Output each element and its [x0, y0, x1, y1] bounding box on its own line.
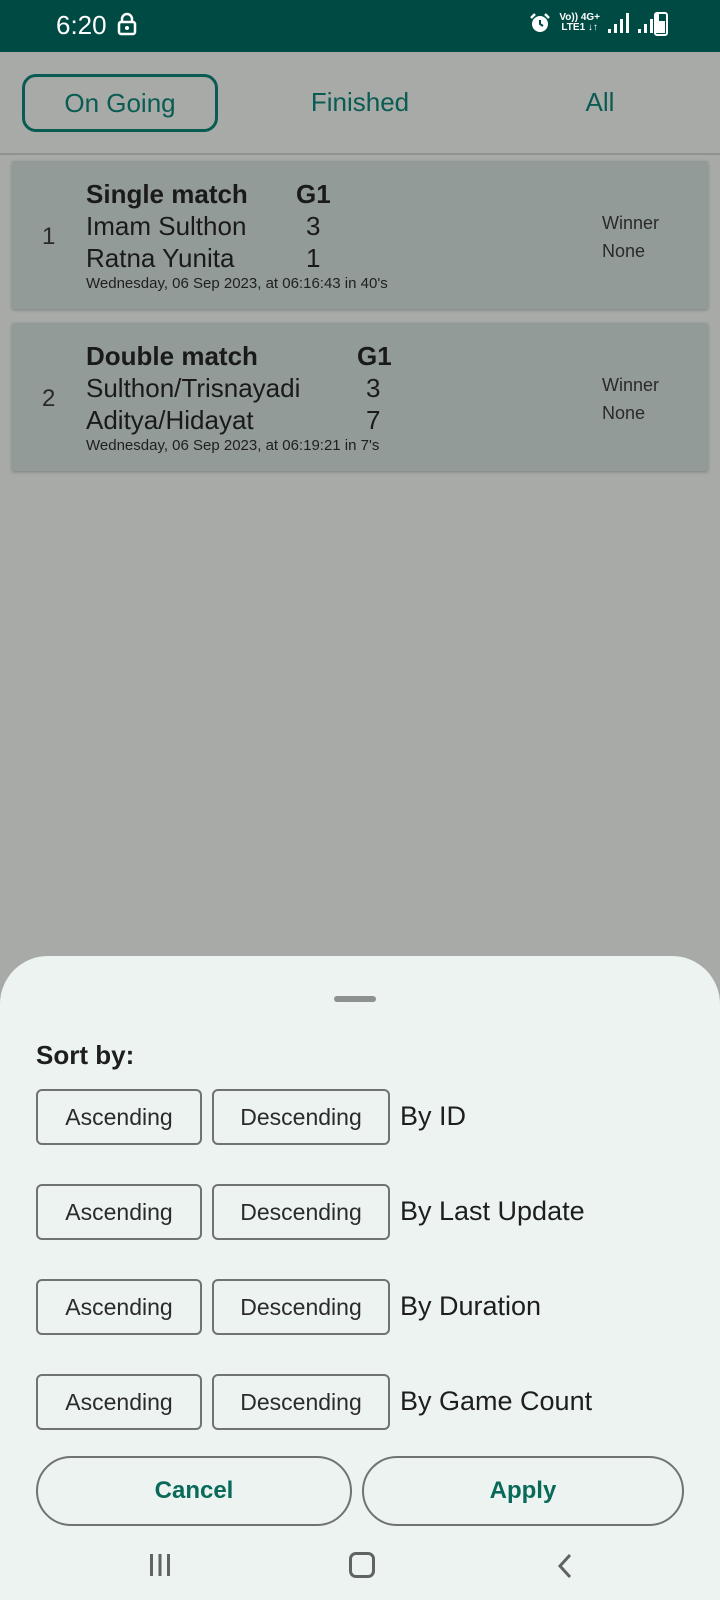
ascending-button[interactable]: Ascending [36, 1184, 202, 1240]
descending-button[interactable]: Descending [212, 1089, 390, 1145]
match-index: 1 [42, 223, 56, 250]
player-2-name: Aditya/Hidayat [86, 405, 254, 435]
match-type: Double match [86, 341, 258, 371]
sort-row-duration: Ascending Descending By Duration [36, 1279, 686, 1335]
descending-button[interactable]: Descending [212, 1279, 390, 1335]
match-game: G1 [296, 179, 331, 209]
sort-row-game-count: Ascending Descending By Game Count [36, 1374, 686, 1430]
match-card[interactable]: 1 Single match G1 Imam Sulthon 3 Ratna Y… [12, 161, 708, 309]
ascending-button[interactable]: Ascending [36, 1279, 202, 1335]
ascending-button[interactable]: Ascending [36, 1089, 202, 1145]
match-date: Wednesday, 06 Sep 2023, at 06:16:43 in 4… [86, 275, 388, 292]
sort-row-label: By Duration [400, 1291, 542, 1321]
ascending-button[interactable]: Ascending [36, 1374, 202, 1430]
status-icons: Vo)) 4G+ LTE1 ↓↑ [529, 12, 660, 34]
network-type: Vo)) 4G+ LTE1 ↓↑ [559, 13, 600, 33]
drag-handle[interactable] [334, 996, 376, 1002]
match-card[interactable]: 2 Double match G1 Sulthon/Trisnayadi 3 A… [12, 323, 708, 471]
descending-button[interactable]: Descending [212, 1184, 390, 1240]
sort-row-id: Ascending Descending By ID [36, 1089, 686, 1145]
match-type: Single match [86, 179, 248, 209]
tab-divider [0, 153, 720, 155]
back-icon[interactable] [554, 1552, 576, 1580]
signal-icon [608, 13, 629, 33]
player-1-name: Sulthon/Trisnayadi [86, 373, 301, 403]
tab-on-going[interactable]: On Going [22, 74, 218, 132]
alarm-icon [530, 13, 551, 32]
winner-label: Winner [602, 375, 660, 395]
player-2-score: 7 [366, 405, 381, 435]
player-1-score: 3 [306, 211, 321, 241]
descending-button[interactable]: Descending [212, 1374, 390, 1430]
tab-finished[interactable]: Finished [290, 74, 430, 132]
match-date: Wednesday, 06 Sep 2023, at 06:19:21 in 7… [86, 437, 380, 454]
tab-all[interactable]: All [560, 74, 640, 132]
winner-label: Winner [602, 213, 660, 233]
sort-row-label: By Game Count [400, 1386, 593, 1416]
player-1-name: Imam Sulthon [86, 211, 247, 241]
cancel-button[interactable]: Cancel [36, 1456, 352, 1526]
home-icon[interactable] [349, 1552, 375, 1578]
recent-apps-icon[interactable] [148, 1552, 172, 1578]
sort-title: Sort by: [36, 1040, 135, 1070]
match-index: 2 [42, 385, 56, 412]
winner-value: None [602, 241, 646, 261]
battery-icon [654, 12, 668, 36]
status-bar: 6:20 Vo)) 4G+ LTE1 ↓↑ [0, 0, 720, 52]
player-2-name: Ratna Yunita [86, 243, 235, 273]
system-navigation-bar [0, 1540, 720, 1600]
match-game: G1 [357, 341, 392, 371]
player-1-score: 3 [366, 373, 381, 403]
status-time: 6:20 [56, 10, 107, 40]
tab-bar: On Going Finished All [0, 74, 720, 132]
player-2-score: 1 [306, 243, 321, 273]
sort-row-label: By ID [400, 1101, 467, 1131]
apply-button[interactable]: Apply [362, 1456, 684, 1526]
sort-row-label: By Last Update [400, 1196, 585, 1226]
network-bottom-text: LTE1 ↓↑ [561, 22, 598, 33]
lock-icon [117, 12, 137, 36]
winner-value: None [602, 403, 646, 423]
sort-row-last-update: Ascending Descending By Last Update [36, 1184, 686, 1240]
